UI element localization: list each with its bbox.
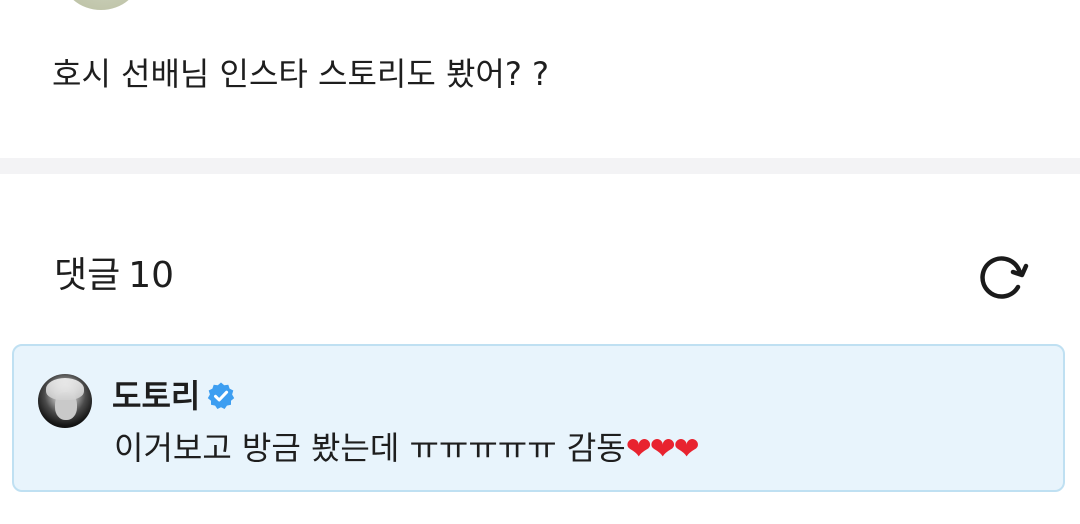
comment-text: 이거보고 방금 봤는데 ㅠㅠㅠㅠㅠ 감동❤❤❤ <box>114 426 700 471</box>
comment-author-row: 도토리 <box>112 374 236 418</box>
comments-count: 10 <box>128 255 175 296</box>
refresh-icon <box>980 256 1029 299</box>
avatar-hair <box>46 378 84 400</box>
comments-label: 댓글 <box>54 255 121 296</box>
post-author-avatar[interactable] <box>62 0 140 10</box>
refresh-comments-button[interactable] <box>972 250 1032 306</box>
comment-text-body: 이거보고 방금 봤는데 ㅠㅠㅠㅠㅠ 감동 <box>114 429 626 467</box>
post-body-text: 호시 선배님 인스타 스토리도 봤어? ? <box>52 55 549 93</box>
comments-header: 댓글 10 <box>54 252 174 300</box>
post-detail-page: 호시 선배님 인스타 스토리도 봤어? ? 댓글 10 도토리 이거보고 방금 봤… <box>0 0 1080 524</box>
comment-author-name[interactable]: 도토리 <box>112 374 200 418</box>
heart-emojis: ❤❤❤ <box>625 431 700 467</box>
commenter-avatar[interactable] <box>38 374 92 428</box>
comment-highlighted[interactable]: 도토리 이거보고 방금 봤는데 ㅠㅠㅠㅠㅠ 감동❤❤❤ <box>12 344 1065 492</box>
verified-badge-icon <box>208 382 235 409</box>
section-divider <box>0 158 1080 174</box>
